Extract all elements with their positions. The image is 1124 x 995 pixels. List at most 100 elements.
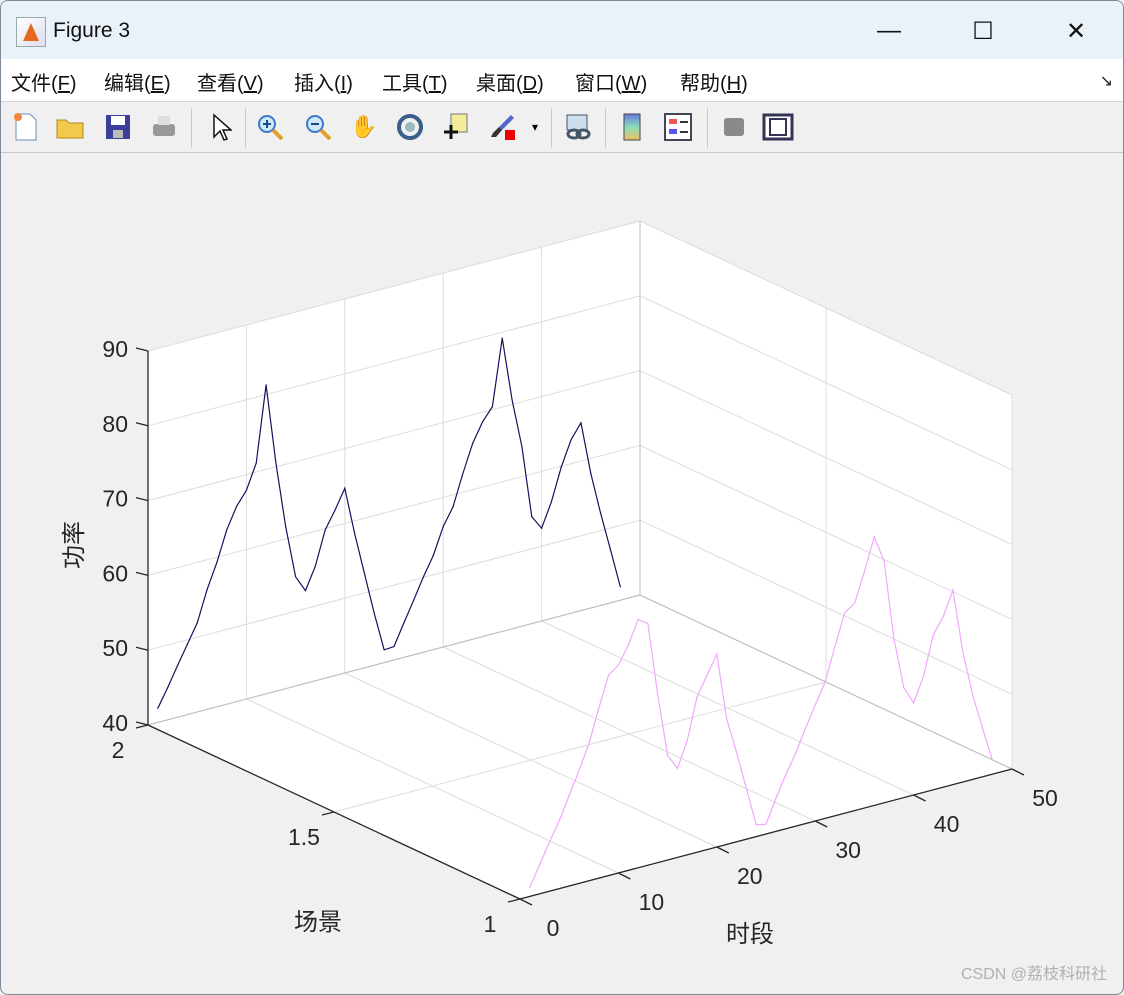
z-tick-label: 90 [102,336,128,362]
data-point [176,664,179,667]
z-tick-label: 60 [102,560,128,586]
z-tick [135,347,149,352]
data-point [676,767,679,769]
data-point [186,643,188,645]
x-tick-label: 20 [737,863,763,889]
data-point [235,505,238,507]
x-tick-label: 50 [1032,785,1058,811]
data-point [373,612,375,615]
x-tick [618,872,631,880]
data-point [226,529,228,531]
data-point [462,472,464,475]
data-point [716,653,718,655]
data-point [275,462,277,464]
data-point [491,406,493,408]
data-point [785,774,787,776]
x-tick [519,898,533,906]
plot-3d-axes[interactable]: 0102030405011.52405060708090时段场景功率 [0,0,1124,995]
y-tick [507,898,521,903]
x-tick-label: 40 [934,811,960,837]
data-point [196,622,198,624]
data-point [314,565,316,567]
x-tick [913,794,926,802]
data-point [531,516,533,518]
y-tick-label: 1 [484,911,497,937]
data-point [363,572,366,575]
data-point [952,589,954,591]
data-point [511,399,513,401]
y-tick-label: 1.5 [288,824,320,850]
data-point [991,759,993,761]
y-axis-label: 场景 [294,909,342,936]
data-point [541,527,543,529]
data-point [442,525,444,528]
data-point [893,638,895,640]
x-tick-label: 0 [547,915,560,941]
data-point [521,446,523,448]
data-point [539,864,541,866]
z-tick [135,496,149,502]
data-point [962,651,964,653]
data-point [647,622,649,625]
data-point [913,702,915,704]
data-point [560,466,562,468]
data-point [216,561,218,564]
data-point [922,675,925,678]
z-axis-label: 功率 [61,521,88,569]
data-point [600,512,602,514]
data-point [383,649,385,651]
z-tick-label: 80 [102,411,128,437]
data-point [735,751,738,753]
data-point [844,612,846,614]
data-point [245,489,247,491]
data-point [942,616,944,618]
data-point [265,384,267,386]
z-tick [135,721,149,726]
data-point [558,819,560,822]
data-point [696,696,698,698]
data-point [334,509,336,511]
data-point [206,589,208,591]
data-point [804,728,806,730]
data-point [295,576,297,578]
data-point [667,754,669,756]
data-point [422,576,425,578]
data-point [932,634,934,636]
data-point [873,536,875,538]
data-point [657,694,659,696]
data-point [590,472,592,474]
z-tick-label: 50 [102,635,128,661]
data-point [903,687,905,689]
data-point [972,694,974,696]
data-point [570,439,572,441]
data-point [413,599,415,601]
data-point [775,797,777,800]
data-point [619,586,621,588]
data-point [883,560,885,562]
x-tick [814,820,828,828]
data-point [452,506,454,508]
data-point [580,422,582,424]
data-point [324,529,326,531]
data-point [432,554,434,556]
z-tick [135,571,149,577]
x-tick [716,846,730,854]
x-axis-label: 时段 [726,921,774,948]
data-point [794,753,797,755]
data-point [578,769,580,772]
data-point [814,704,816,706]
data-point [285,526,287,528]
y-tick [135,724,149,729]
data-point [344,487,346,489]
data-point [304,590,307,592]
data-point [403,622,405,624]
data-point [393,645,395,648]
z-tick [135,422,149,427]
data-point [472,442,474,444]
data-point [167,687,169,689]
z-tick-label: 40 [102,710,128,736]
y-tick-label: 2 [112,737,125,763]
data-point [588,743,590,745]
data-point [627,644,629,646]
data-point [609,549,612,551]
